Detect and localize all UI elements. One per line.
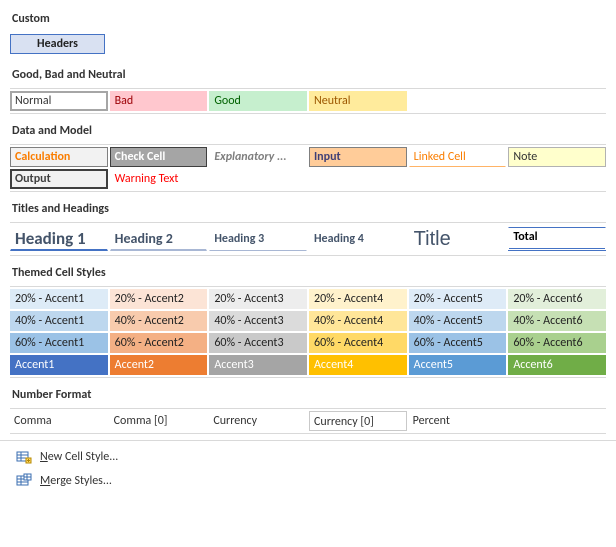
- style-heading-3[interactable]: Heading 3: [209, 227, 307, 251]
- menu-label: New Cell Style...: [40, 450, 118, 464]
- style-40-accent5[interactable]: 40% - Accent5: [409, 311, 507, 331]
- style-accent5[interactable]: Accent5: [409, 355, 507, 375]
- style-20-accent4[interactable]: 20% - Accent4: [309, 289, 407, 309]
- section-title-custom: Custom: [10, 8, 606, 32]
- style-linked-cell[interactable]: Linked Cell: [409, 147, 507, 167]
- style-accent1[interactable]: Accent1: [10, 355, 108, 375]
- style-percent[interactable]: Percent: [409, 411, 507, 431]
- new-cell-style-icon: [16, 449, 32, 465]
- menu-label: Merge Styles...: [40, 474, 112, 488]
- style-comma[interactable]: Comma: [10, 411, 108, 431]
- style-60-accent3[interactable]: 60% - Accent3: [209, 333, 307, 353]
- style-20-accent1[interactable]: 20% - Accent1: [10, 289, 108, 309]
- section-title-nf: Number Format: [10, 384, 606, 408]
- section-body-themed: 20% - Accent1 20% - Accent2 20% - Accent…: [10, 286, 606, 378]
- style-accent4[interactable]: Accent4: [309, 355, 407, 375]
- section-title-themed: Themed Cell Styles: [10, 262, 606, 286]
- style-20-accent6[interactable]: 20% - Accent6: [508, 289, 606, 309]
- style-calculation[interactable]: Calculation: [10, 147, 108, 167]
- style-20-accent2[interactable]: 20% - Accent2: [110, 289, 208, 309]
- style-comma-0[interactable]: Comma [0]: [110, 411, 208, 431]
- section-body-gbn: Normal Bad Good Neutral: [10, 88, 606, 114]
- section-gbn: Good, Bad and Neutral Normal Bad Good Ne…: [10, 64, 606, 114]
- style-neutral[interactable]: Neutral: [309, 91, 407, 111]
- style-heading-4[interactable]: Heading 4: [309, 227, 407, 251]
- style-output[interactable]: Output: [10, 169, 108, 189]
- section-nf: Number Format Comma Comma [0] Currency C…: [10, 384, 606, 434]
- style-input[interactable]: Input: [309, 147, 407, 167]
- style-40-accent2[interactable]: 40% - Accent2: [110, 311, 208, 331]
- section-body-custom: Headers: [10, 32, 606, 58]
- style-currency[interactable]: Currency: [209, 411, 307, 431]
- menu-merge-styles[interactable]: Merge Styles...: [10, 469, 606, 493]
- style-60-accent1[interactable]: 60% - Accent1: [10, 333, 108, 353]
- style-good[interactable]: Good: [209, 91, 307, 111]
- section-title-gbn: Good, Bad and Neutral: [10, 64, 606, 88]
- section-dm: Data and Model Calculation Check Cell Ex…: [10, 120, 606, 192]
- style-40-accent6[interactable]: 40% - Accent6: [508, 311, 606, 331]
- style-40-accent1[interactable]: 40% - Accent1: [10, 311, 108, 331]
- style-check-cell[interactable]: Check Cell: [110, 147, 208, 167]
- section-title-th: Titles and Headings: [10, 198, 606, 222]
- style-40-accent4[interactable]: 40% - Accent4: [309, 311, 407, 331]
- style-20-accent5[interactable]: 20% - Accent5: [409, 289, 507, 309]
- style-normal[interactable]: Normal: [10, 91, 108, 111]
- style-heading-1[interactable]: Heading 1: [10, 227, 108, 251]
- section-themed: Themed Cell Styles 20% - Accent1 20% - A…: [10, 262, 606, 378]
- merge-styles-icon: [16, 473, 32, 489]
- style-20-accent3[interactable]: 20% - Accent3: [209, 289, 307, 309]
- style-60-accent4[interactable]: 60% - Accent4: [309, 333, 407, 353]
- section-th: Titles and Headings Heading 1 Heading 2 …: [10, 198, 606, 256]
- section-body-th: Heading 1 Heading 2 Heading 3 Heading 4 …: [10, 222, 606, 256]
- style-60-accent5[interactable]: 60% - Accent5: [409, 333, 507, 353]
- section-title-dm: Data and Model: [10, 120, 606, 144]
- footer-separator: [0, 440, 616, 441]
- style-accent6[interactable]: Accent6: [508, 355, 606, 375]
- style-warning-text[interactable]: Warning Text: [110, 169, 208, 189]
- style-accent2[interactable]: Accent2: [110, 355, 208, 375]
- style-heading-2[interactable]: Heading 2: [110, 227, 208, 251]
- style-60-accent2[interactable]: 60% - Accent2: [110, 333, 208, 353]
- style-40-accent3[interactable]: 40% - Accent3: [209, 311, 307, 331]
- section-custom: Custom Headers: [10, 8, 606, 58]
- menu-new-cell-style[interactable]: New Cell Style...: [10, 445, 606, 469]
- section-body-nf: Comma Comma [0] Currency Currency [0] Pe…: [10, 408, 606, 434]
- style-total[interactable]: Total: [508, 227, 606, 251]
- style-60-accent6[interactable]: 60% - Accent6: [508, 333, 606, 353]
- section-body-dm: Calculation Check Cell Explanatory ... I…: [10, 144, 606, 192]
- style-explanatory[interactable]: Explanatory ...: [209, 147, 307, 167]
- style-headers[interactable]: Headers: [10, 34, 105, 54]
- style-accent3[interactable]: Accent3: [209, 355, 307, 375]
- style-title[interactable]: Title: [409, 227, 507, 251]
- style-currency-0[interactable]: Currency [0]: [309, 411, 407, 431]
- style-bad[interactable]: Bad: [110, 91, 208, 111]
- style-note[interactable]: Note: [508, 147, 606, 167]
